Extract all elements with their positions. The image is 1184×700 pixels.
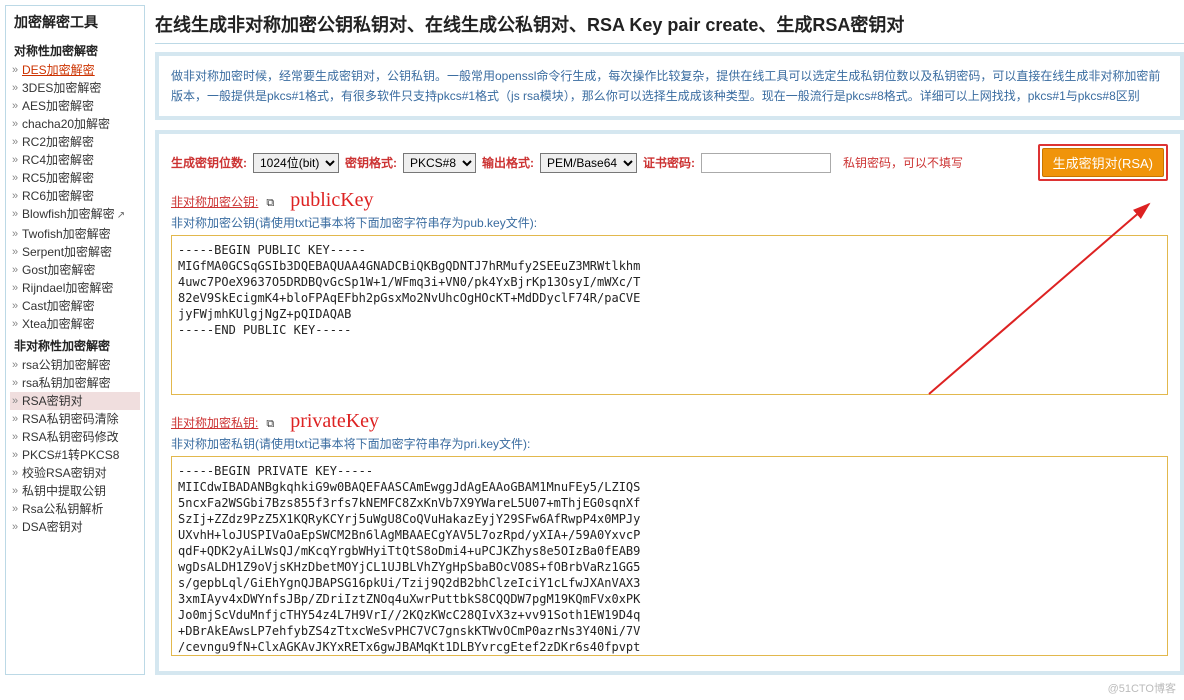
sidebar-item[interactable]: 私钥中提取公钥: [10, 482, 140, 500]
generate-button[interactable]: 生成密钥对(RSA): [1042, 148, 1164, 177]
sidebar-item-link[interactable]: Serpent加密解密: [22, 245, 112, 259]
sidebar-item-link[interactable]: rsa公钥加密解密: [22, 358, 111, 372]
sidebar-item[interactable]: RC4加密解密: [10, 151, 140, 169]
external-link-icon: ↗: [117, 210, 125, 221]
copy-icon[interactable]: ⧉: [266, 197, 274, 210]
sidebar-item[interactable]: Gost加密解密: [10, 261, 140, 279]
sidebar-item-link[interactable]: RSA密钥对: [22, 394, 83, 408]
sidebar-item[interactable]: 校验RSA密钥对: [10, 464, 140, 482]
sidebar-item[interactable]: Xtea加密解密: [10, 315, 140, 333]
sidebar-item[interactable]: Rijndael加密解密: [10, 279, 140, 297]
sidebar-title: 加密解密工具: [6, 6, 144, 38]
sidebar-heading: 非对称性加密解密: [6, 333, 144, 356]
sidebar-item-link[interactable]: PKCS#1转PKCS8: [22, 448, 119, 462]
sidebar-item[interactable]: chacha20加解密: [10, 115, 140, 133]
private-key-help: 非对称加密私钥(请使用txt记事本将下面加密字符串存为pri.key文件):: [171, 435, 1168, 452]
public-key-annotation: publicKey: [290, 189, 373, 212]
sidebar-item-link[interactable]: Rsa公私钥解析: [22, 502, 103, 516]
main-content: 在线生成非对称加密公钥私钥对、在线生成公私钥对、RSA Key pair cre…: [145, 0, 1184, 680]
cert-pwd-hint: 私钥密码，可以不填写: [843, 154, 963, 171]
sidebar-item-link[interactable]: 私钥中提取公钥: [22, 484, 106, 498]
sidebar-item[interactable]: rsa公钥加密解密: [10, 356, 140, 374]
sidebar-item[interactable]: RSA密钥对: [10, 392, 140, 410]
sidebar-group-asymmetric: 非对称性加密解密 rsa公钥加密解密 rsa私钥加密解密 RSA密钥对 RSA私钥密码…: [6, 333, 144, 536]
sidebar-item[interactable]: DES加密解密: [10, 61, 140, 79]
private-key-textarea[interactable]: [171, 456, 1168, 656]
intro-text: 做非对称加密时候，经常要生成密钥对，公钥私钥。一般常用openssl命令行生成，…: [171, 66, 1168, 106]
cert-pwd-label: 证书密码:: [643, 154, 695, 171]
intro-box: 做非对称加密时候，经常要生成密钥对，公钥私钥。一般常用openssl命令行生成，…: [155, 52, 1184, 120]
sidebar-item-link[interactable]: AES加密解密: [22, 99, 94, 113]
sidebar-item-link[interactable]: Gost加密解密: [22, 263, 95, 277]
sidebar-item[interactable]: RSA私钥密码修改: [10, 428, 140, 446]
private-key-label: 非对称加密私钥:: [171, 414, 258, 431]
sidebar-item[interactable]: Cast加密解密: [10, 297, 140, 315]
sidebar-item-link[interactable]: DSA密钥对: [22, 520, 83, 534]
sidebar-item-link[interactable]: RSA私钥密码修改: [22, 430, 119, 444]
sidebar-item-link[interactable]: Xtea加密解密: [22, 317, 95, 331]
sidebar-item-link[interactable]: DES加密解密: [22, 63, 95, 77]
sidebar: 加密解密工具 对称性加密解密 DES加密解密 3DES加密解密 AES加密解密 cha…: [5, 5, 145, 675]
output-select[interactable]: PEM/Base64: [540, 153, 637, 173]
sidebar-item[interactable]: 3DES加密解密: [10, 79, 140, 97]
sidebar-heading: 对称性加密解密: [6, 38, 144, 61]
sidebar-item[interactable]: Blowfish加密解密↗: [10, 205, 140, 225]
form-row: 生成密钥位数: 1024位(bit) 密钥格式: PKCS#8 输出格式: PE…: [171, 144, 1168, 181]
sidebar-item[interactable]: RC5加密解密: [10, 169, 140, 187]
format-select[interactable]: PKCS#8: [403, 153, 476, 173]
public-key-help: 非对称加密公钥(请使用txt记事本将下面加密字符串存为pub.key文件):: [171, 214, 1168, 231]
sidebar-item-link[interactable]: 校验RSA密钥对: [22, 466, 107, 480]
bits-select[interactable]: 1024位(bit): [253, 153, 339, 173]
sidebar-item[interactable]: PKCS#1转PKCS8: [10, 446, 140, 464]
sidebar-item[interactable]: rsa私钥加密解密: [10, 374, 140, 392]
sidebar-item[interactable]: AES加密解密: [10, 97, 140, 115]
sidebar-item-link[interactable]: RSA私钥密码清除: [22, 412, 119, 426]
page-title: 在线生成非对称加密公钥私钥对、在线生成公私钥对、RSA Key pair cre…: [155, 5, 1184, 44]
sidebar-item[interactable]: Serpent加密解密: [10, 243, 140, 261]
copy-icon[interactable]: ⧉: [266, 418, 274, 431]
sidebar-item-link[interactable]: 3DES加密解密: [22, 81, 101, 95]
sidebar-group-symmetric: 对称性加密解密 DES加密解密 3DES加密解密 AES加密解密 chacha20加解…: [6, 38, 144, 333]
sidebar-item[interactable]: Twofish加密解密: [10, 225, 140, 243]
bits-label: 生成密钥位数:: [171, 154, 247, 171]
private-key-annotation: privateKey: [290, 410, 379, 433]
sidebar-item[interactable]: DSA密钥对: [10, 518, 140, 536]
public-key-label: 非对称加密公钥:: [171, 193, 258, 210]
public-key-textarea[interactable]: [171, 235, 1168, 395]
sidebar-item-link[interactable]: Blowfish加密解密: [22, 207, 115, 221]
sidebar-item-link[interactable]: rsa私钥加密解密: [22, 376, 111, 390]
output-label: 输出格式:: [482, 154, 534, 171]
watermark: @51CTO博客: [1108, 680, 1176, 696]
sidebar-item-link[interactable]: Twofish加密解密: [22, 227, 111, 241]
sidebar-item-link[interactable]: chacha20加解密: [22, 117, 110, 131]
sidebar-item[interactable]: RSA私钥密码清除: [10, 410, 140, 428]
key-form-panel: 生成密钥位数: 1024位(bit) 密钥格式: PKCS#8 输出格式: PE…: [155, 130, 1184, 675]
sidebar-item[interactable]: Rsa公私钥解析: [10, 500, 140, 518]
format-label: 密钥格式:: [345, 154, 397, 171]
sidebar-item-link[interactable]: RC5加密解密: [22, 171, 94, 185]
cert-pwd-input[interactable]: [701, 153, 831, 173]
sidebar-item-link[interactable]: Cast加密解密: [22, 299, 95, 313]
sidebar-item-link[interactable]: RC4加密解密: [22, 153, 94, 167]
sidebar-item[interactable]: RC2加密解密: [10, 133, 140, 151]
sidebar-item-link[interactable]: RC2加密解密: [22, 135, 94, 149]
sidebar-item-link[interactable]: RC6加密解密: [22, 189, 94, 203]
sidebar-item-link[interactable]: Rijndael加密解密: [22, 281, 113, 295]
sidebar-item[interactable]: RC6加密解密: [10, 187, 140, 205]
generate-button-highlight: 生成密钥对(RSA): [1038, 144, 1168, 181]
